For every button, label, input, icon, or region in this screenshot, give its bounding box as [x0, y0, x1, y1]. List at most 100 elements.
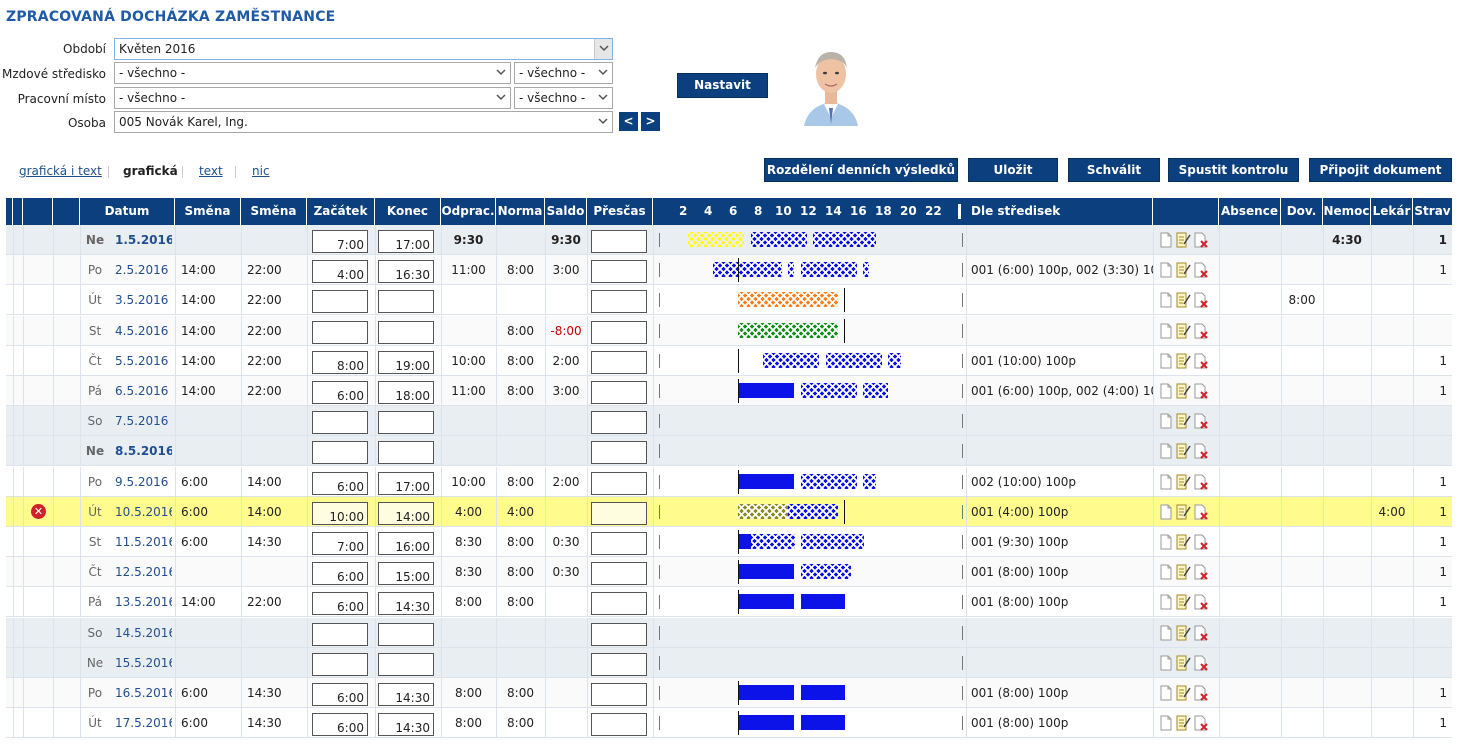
- table-row[interactable]: St 11.5.2016 6:00 14:30 7:00 16:00 8:30 8:00 0:3…: [6, 527, 1452, 557]
- table-row[interactable]: Ne 8.5.2016: [6, 436, 1452, 466]
- view-graphic-link[interactable]: grafická: [123, 164, 178, 178]
- overtime-input[interactable]: [591, 562, 647, 585]
- overtime-input[interactable]: [591, 290, 647, 313]
- delete-document-icon[interactable]: [1193, 534, 1209, 550]
- start-input[interactable]: 6:00: [312, 683, 368, 706]
- edit-document-icon[interactable]: [1175, 353, 1191, 369]
- col-datum[interactable]: Datum: [80, 198, 175, 225]
- new-document-icon[interactable]: [1159, 655, 1173, 671]
- start-input[interactable]: 7:00: [312, 532, 368, 555]
- new-document-icon[interactable]: [1159, 625, 1173, 641]
- date-link[interactable]: 11.5.2016: [110, 527, 172, 557]
- save-button[interactable]: Uložit: [968, 158, 1058, 182]
- table-row[interactable]: ✕ Út 10.5.2016 6:00 14:00 10:00 14:00 4:00 4:00 0…: [6, 497, 1452, 527]
- start-input[interactable]: [312, 653, 368, 676]
- date-link[interactable]: 5.5.2016: [110, 346, 172, 376]
- table-row[interactable]: Ne 15.5.2016: [6, 648, 1452, 678]
- overtime-input[interactable]: [591, 502, 647, 525]
- start-input[interactable]: 6:00: [312, 562, 368, 585]
- attach-document-button[interactable]: Připojit dokument: [1309, 158, 1452, 182]
- date-link[interactable]: 9.5.2016: [110, 467, 172, 497]
- new-document-icon[interactable]: [1159, 534, 1173, 550]
- delete-document-icon[interactable]: [1193, 625, 1209, 641]
- new-document-icon[interactable]: [1159, 383, 1173, 399]
- edit-document-icon[interactable]: [1175, 383, 1191, 399]
- rozdeleni-button[interactable]: Rozdělení denních výsledků: [764, 158, 958, 182]
- delete-document-icon[interactable]: [1193, 504, 1209, 520]
- start-input[interactable]: 7:00: [312, 230, 368, 253]
- delete-document-icon[interactable]: [1193, 474, 1209, 490]
- col-zacatek[interactable]: Začátek: [307, 198, 375, 225]
- date-link[interactable]: 16.5.2016: [110, 678, 172, 708]
- date-link[interactable]: 14.5.2016: [110, 618, 172, 648]
- date-link[interactable]: 7.5.2016: [110, 406, 172, 436]
- new-document-icon[interactable]: [1159, 594, 1173, 610]
- col-absence[interactable]: Absence: [1219, 198, 1281, 225]
- approve-button[interactable]: Schválit: [1068, 158, 1160, 182]
- nastavit-button[interactable]: Nastavit: [677, 73, 768, 98]
- end-input[interactable]: [378, 441, 434, 464]
- edit-document-icon[interactable]: [1175, 594, 1191, 610]
- start-input[interactable]: [312, 411, 368, 434]
- edit-document-icon[interactable]: [1175, 323, 1191, 339]
- overtime-input[interactable]: [591, 623, 647, 646]
- date-link[interactable]: 15.5.2016: [110, 648, 172, 678]
- end-input[interactable]: 18:00: [378, 381, 434, 404]
- overtime-input[interactable]: [591, 230, 647, 253]
- end-input[interactable]: 17:00: [378, 230, 434, 253]
- next-person-button[interactable]: >: [641, 112, 660, 131]
- new-document-icon[interactable]: [1159, 292, 1173, 308]
- new-document-icon[interactable]: [1159, 413, 1173, 429]
- new-document-icon[interactable]: [1159, 353, 1173, 369]
- overtime-input[interactable]: [591, 411, 647, 434]
- delete-document-icon[interactable]: [1193, 594, 1209, 610]
- start-input[interactable]: [312, 441, 368, 464]
- delete-document-icon[interactable]: [1193, 292, 1209, 308]
- delete-document-icon[interactable]: [1193, 564, 1209, 580]
- overtime-input[interactable]: [591, 592, 647, 615]
- overtime-input[interactable]: [591, 713, 647, 736]
- end-input[interactable]: 14:30: [378, 713, 434, 736]
- col-saldo[interactable]: Saldo: [545, 198, 587, 225]
- delete-document-icon[interactable]: [1193, 413, 1209, 429]
- stredisko-select[interactable]: - všechno -: [114, 62, 511, 84]
- stredisko-select-2[interactable]: - všechno -: [514, 62, 613, 84]
- edit-document-icon[interactable]: [1175, 474, 1191, 490]
- overtime-input[interactable]: [591, 683, 647, 706]
- start-input[interactable]: 10:00: [312, 502, 368, 525]
- end-input[interactable]: 16:30: [378, 260, 434, 283]
- end-input[interactable]: 15:00: [378, 562, 434, 585]
- end-input[interactable]: 16:00: [378, 532, 434, 555]
- overtime-input[interactable]: [591, 532, 647, 555]
- start-input[interactable]: 6:00: [312, 713, 368, 736]
- osoba-select[interactable]: 005 Novák Karel, Ing.: [114, 111, 613, 133]
- col-konec[interactable]: Konec: [375, 198, 441, 225]
- col-dle-stredisek[interactable]: Dle středisek: [966, 198, 1153, 225]
- date-link[interactable]: 17.5.2016: [110, 708, 172, 738]
- view-text-link[interactable]: text: [199, 164, 223, 178]
- overtime-input[interactable]: [591, 381, 647, 404]
- table-row[interactable]: Pá 13.5.2016 14:00 22:00 6:00 14:30 8:00 8:00 00…: [6, 587, 1452, 617]
- new-document-icon[interactable]: [1159, 715, 1173, 731]
- start-input[interactable]: 6:00: [312, 472, 368, 495]
- date-link[interactable]: 2.5.2016: [110, 255, 172, 285]
- edit-document-icon[interactable]: [1175, 443, 1191, 459]
- table-row[interactable]: Po 9.5.2016 6:00 14:00 6:00 17:00 10:00 8:00 2:0…: [6, 467, 1452, 497]
- col-smena-od[interactable]: Směna od: [175, 198, 241, 245]
- new-document-icon[interactable]: [1159, 262, 1173, 278]
- date-link[interactable]: 3.5.2016: [110, 285, 172, 315]
- delete-document-icon[interactable]: [1193, 383, 1209, 399]
- new-document-icon[interactable]: [1159, 504, 1173, 520]
- table-row[interactable]: Po 16.5.2016 6:00 14:30 6:00 14:30 8:00 8:00 001…: [6, 678, 1452, 708]
- table-row[interactable]: Ne 1.5.2016 7:00 17:00 9:30 9:30 4:30 1: [6, 225, 1452, 255]
- new-document-icon[interactable]: [1159, 685, 1173, 701]
- edit-document-icon[interactable]: [1175, 715, 1191, 731]
- edit-document-icon[interactable]: [1175, 413, 1191, 429]
- date-link[interactable]: 10.5.2016: [110, 497, 172, 527]
- table-row[interactable]: So 14.5.2016: [6, 618, 1452, 648]
- table-row[interactable]: Út 3.5.2016 14:00 22:00 8:00: [6, 285, 1452, 315]
- delete-document-icon[interactable]: [1193, 232, 1209, 248]
- graph-resize-handle[interactable]: [958, 204, 961, 219]
- start-input[interactable]: [312, 290, 368, 313]
- end-input[interactable]: 14:30: [378, 592, 434, 615]
